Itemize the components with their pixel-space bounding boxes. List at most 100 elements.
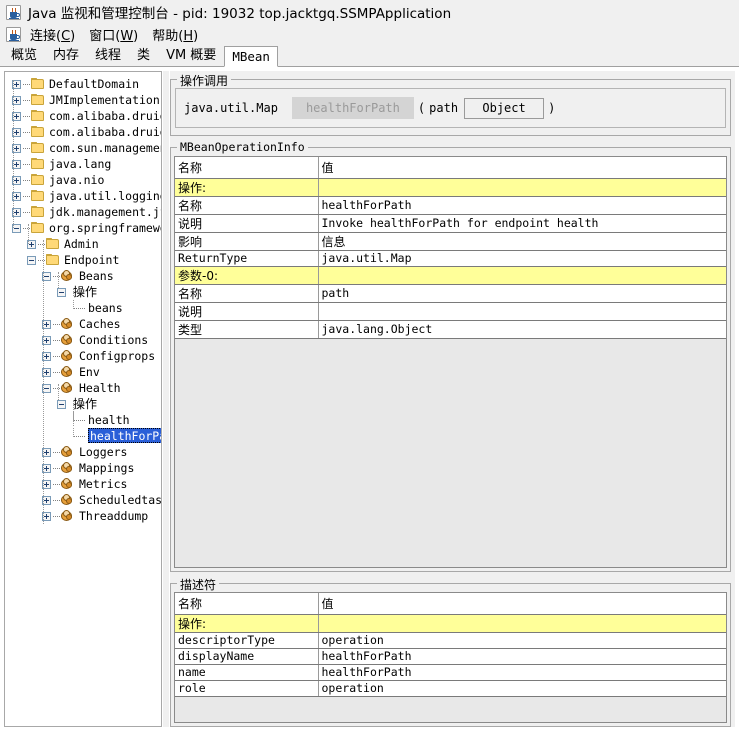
column-header-name[interactable]: 名称 bbox=[175, 157, 319, 179]
folder-icon bbox=[31, 78, 45, 90]
tree-node[interactable]: jdk.management.jfr bbox=[5, 204, 161, 220]
table-row[interactable]: ReturnType java.util.Map bbox=[175, 250, 726, 267]
tab-threads[interactable]: 线程 bbox=[87, 45, 129, 66]
tree-connector bbox=[73, 436, 85, 437]
tree-node[interactable]: com.alibaba.druid bbox=[5, 108, 161, 124]
table-row[interactable]: descriptorType operation bbox=[175, 632, 726, 649]
tree-node[interactable]: beans bbox=[5, 300, 161, 316]
collapse-icon[interactable] bbox=[27, 256, 36, 265]
invoke-healthforpath-button[interactable]: healthForPath bbox=[291, 97, 414, 119]
tab-vm-summary[interactable]: VM 概要 bbox=[158, 45, 224, 66]
tree-node[interactable]: Conditions bbox=[5, 332, 161, 348]
tree-connector bbox=[53, 484, 60, 485]
row-value: operation bbox=[318, 632, 726, 649]
table-row[interactable]: displayName healthForPath bbox=[175, 648, 726, 665]
tree-node[interactable]: java.nio bbox=[5, 172, 161, 188]
tree-node-label: 操作 bbox=[73, 397, 98, 411]
mbean-icon bbox=[61, 462, 74, 474]
tree-node[interactable]: Endpoint bbox=[5, 252, 161, 268]
menu-item-connection[interactable]: 连接(C) bbox=[28, 24, 81, 45]
tree-node[interactable]: java.util.logging bbox=[5, 188, 161, 204]
column-header-value[interactable]: 值 bbox=[318, 157, 726, 179]
row-name: 类型 bbox=[175, 320, 319, 339]
tree-node-label: beans bbox=[88, 301, 123, 315]
tree-node-label: Conditions bbox=[79, 333, 149, 347]
mbean-tree-panel[interactable]: DefaultDomain JMImplementation com.alibaba… bbox=[4, 71, 162, 727]
table-row[interactable]: 名称 healthForPath bbox=[175, 196, 726, 215]
tree-node-label: java.util.logging bbox=[49, 189, 162, 203]
tree-node[interactable]: Caches bbox=[5, 316, 161, 332]
tree-node[interactable]: Env bbox=[5, 364, 161, 380]
tree-connector bbox=[53, 452, 60, 453]
tree-node[interactable]: Configprops bbox=[5, 348, 161, 364]
tree-node[interactable]: DefaultDomain bbox=[5, 76, 161, 92]
tab-classes[interactable]: 类 bbox=[129, 45, 158, 66]
tree-node[interactable]: Health bbox=[5, 380, 161, 396]
mbean-operation-info-label: MBeanOperationInfo bbox=[177, 140, 308, 154]
tree-node[interactable]: JMImplementation bbox=[5, 92, 161, 108]
tree-connector bbox=[23, 148, 30, 149]
folder-icon bbox=[31, 174, 45, 186]
mbean-tree: DefaultDomain JMImplementation com.alibaba… bbox=[5, 72, 161, 524]
tree-connector bbox=[23, 132, 30, 133]
column-header-name[interactable]: 名称 bbox=[175, 593, 319, 615]
table-row[interactable]: name healthForPath bbox=[175, 664, 726, 681]
menu-bar: 连接(C) 窗口(W) 帮助(H) bbox=[0, 24, 739, 45]
descriptor-table[interactable]: 名称值操作: descriptorType operation displayName… bbox=[175, 593, 726, 697]
table-row[interactable]: 操作: bbox=[175, 614, 726, 633]
tree-node[interactable]: Scheduledtasks bbox=[5, 492, 161, 508]
tree-connector-vertical bbox=[73, 428, 74, 437]
table-row[interactable]: role operation bbox=[175, 680, 726, 697]
column-header-value[interactable]: 值 bbox=[318, 593, 726, 615]
param-0-input[interactable]: Object bbox=[464, 97, 545, 119]
tree-node[interactable]: Beans bbox=[5, 268, 161, 284]
tree-node[interactable]: com.alibaba.druid.sp bbox=[5, 124, 161, 140]
tree-guide-line bbox=[43, 240, 44, 524]
tree-node[interactable]: 操作 bbox=[5, 284, 161, 300]
table-row[interactable]: 名称 path bbox=[175, 284, 726, 303]
tree-node-selected[interactable]: healthForPath bbox=[5, 428, 161, 444]
tree-node-label: jdk.management.jfr bbox=[49, 205, 162, 219]
tree-node[interactable]: Metrics bbox=[5, 476, 161, 492]
tree-connector bbox=[23, 196, 30, 197]
folder-icon bbox=[31, 158, 45, 170]
operation-info-table[interactable]: 名称值操作: 名称 healthForPath 说明 Invoke healthForP… bbox=[175, 157, 726, 339]
table-row[interactable]: 说明 Invoke healthForPath for endpoint heal… bbox=[175, 214, 726, 233]
table-row[interactable]: 类型 java.lang.Object bbox=[175, 320, 726, 339]
mbean-icon bbox=[61, 334, 74, 346]
menu-item-help[interactable]: 帮助(H) bbox=[150, 24, 204, 45]
folder-icon bbox=[31, 110, 45, 122]
tree-node[interactable]: Threaddump bbox=[5, 508, 161, 524]
row-value: operation bbox=[318, 680, 726, 697]
tree-node[interactable]: health bbox=[5, 412, 161, 428]
tab-overview[interactable]: 概览 bbox=[3, 45, 45, 66]
descriptor-table-wrap[interactable]: 名称值操作: descriptorType operation displayName… bbox=[174, 592, 727, 723]
operation-info-table-wrap[interactable]: 名称值操作: 名称 healthForPath 说明 Invoke healthForP… bbox=[174, 156, 727, 568]
table-row[interactable]: 参数-0: bbox=[175, 266, 726, 285]
row-value bbox=[318, 178, 726, 197]
param-0-name: path bbox=[429, 101, 459, 115]
tree-connector bbox=[23, 116, 30, 117]
row-name: 影响 bbox=[175, 232, 319, 251]
table-row[interactable]: 影响 信息 bbox=[175, 232, 726, 251]
collapse-icon[interactable] bbox=[57, 288, 66, 297]
menu-item-window[interactable]: 窗口(W) bbox=[87, 24, 144, 45]
tree-node-label: Admin bbox=[64, 237, 99, 251]
row-name: role bbox=[175, 680, 319, 697]
tab-memory[interactable]: 内存 bbox=[45, 45, 87, 66]
tree-node[interactable]: Mappings bbox=[5, 460, 161, 476]
pane-splitter[interactable] bbox=[163, 71, 169, 727]
folder-icon bbox=[31, 94, 45, 106]
tree-guide-line bbox=[58, 384, 59, 400]
table-row[interactable]: 操作: bbox=[175, 178, 726, 197]
collapse-icon[interactable] bbox=[57, 400, 66, 409]
mbean-icon bbox=[61, 446, 74, 458]
tree-node[interactable]: java.lang bbox=[5, 156, 161, 172]
tab-mbean[interactable]: MBean bbox=[224, 46, 278, 67]
row-value: java.util.Map bbox=[318, 250, 726, 267]
tree-node[interactable]: Loggers bbox=[5, 444, 161, 460]
table-row[interactable]: 说明 bbox=[175, 302, 726, 321]
tree-guide-line bbox=[58, 272, 59, 288]
tree-node[interactable]: com.sun.management bbox=[5, 140, 161, 156]
tree-node[interactable]: 操作 bbox=[5, 396, 161, 412]
